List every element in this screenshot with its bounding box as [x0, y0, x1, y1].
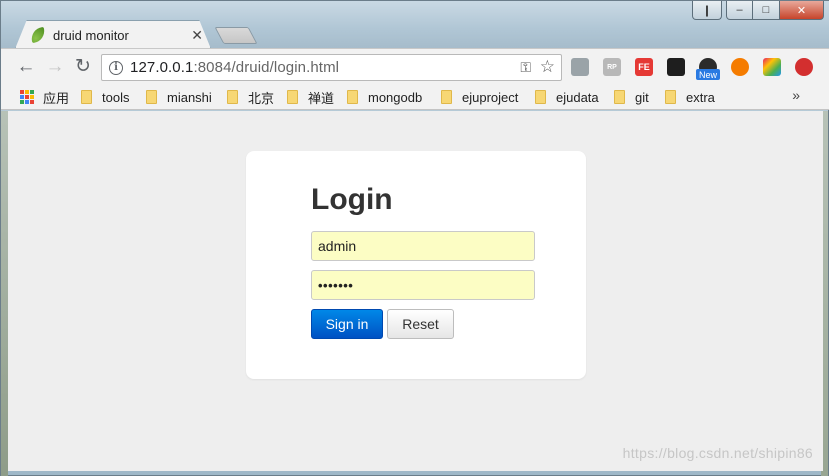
new-tab-button[interactable] — [214, 27, 258, 44]
url-text[interactable]: 127.0.0.1:8084/druid/login.html — [130, 59, 339, 76]
bookmark-label: ejudata — [556, 89, 599, 105]
orange-extension-icon[interactable] — [731, 58, 749, 76]
rp-extension-icon[interactable]: RP — [603, 58, 621, 76]
folder-icon — [614, 90, 625, 104]
bookmark-label: mongodb — [368, 89, 423, 105]
browser-window: ❙ – □ ✕ druid monitor ✕ ← → ↻ i 127.0.0.… — [0, 0, 829, 476]
bookmark-label: extra — [686, 89, 715, 105]
folder-icon — [347, 90, 358, 104]
close-window-button[interactable]: ✕ — [780, 1, 824, 20]
maximize-button[interactable]: □ — [753, 1, 780, 20]
bookmark-star-icon[interactable]: ☆ — [540, 57, 555, 77]
sign-in-button[interactable]: Sign in — [311, 309, 383, 339]
watermark-text: https://blog.csdn.net/shipin86 — [622, 445, 813, 461]
folder-icon — [287, 90, 298, 104]
back-arrow-icon[interactable]: ← — [15, 57, 37, 79]
colorful-extension-icon[interactable] — [763, 58, 781, 76]
tab-content[interactable]: druid monitor ✕ — [19, 21, 211, 49]
tab-close-icon[interactable]: ✕ — [191, 27, 203, 44]
folder-icon — [146, 90, 157, 104]
login-card: Login admin ••••••• Sign in Reset — [246, 151, 586, 379]
apps-grid-icon — [20, 90, 34, 104]
tampermonkey-icon[interactable] — [667, 58, 685, 76]
red-upload-extension-icon[interactable] — [795, 58, 813, 76]
bookmark-label: git — [635, 89, 649, 105]
bookmark-mianshi[interactable]: mianshi — [146, 89, 212, 105]
reload-icon[interactable]: ↻ — [72, 57, 94, 79]
bookmark-extra[interactable]: extra — [665, 89, 715, 105]
minimize-button[interactable]: – — [726, 1, 753, 20]
folder-icon — [441, 90, 452, 104]
bookmark-label: mianshi — [167, 89, 212, 105]
bookmark-label: ejuproject — [462, 89, 519, 105]
bookmark-chandao[interactable]: 禅道 — [287, 89, 335, 106]
key-icon[interactable]: ⚿ — [520, 59, 531, 76]
bookmark-ejudata[interactable]: ejudata — [535, 89, 599, 105]
bookmark-label: 禅道 — [308, 90, 335, 106]
bookmark-label: tools — [102, 89, 130, 105]
url-path: :8084/druid/login.html — [193, 59, 340, 76]
reset-button[interactable]: Reset — [387, 309, 454, 339]
folder-icon — [665, 90, 676, 104]
tab-title: druid monitor — [53, 27, 129, 43]
forward-arrow-icon[interactable]: → — [44, 57, 66, 79]
new-badge: New — [696, 69, 720, 80]
bookmark-beijing[interactable]: 北京 — [227, 89, 275, 106]
login-title: Login — [311, 183, 393, 216]
address-bar[interactable]: i 127.0.0.1:8084/druid/login.html ⚿ ☆ — [101, 54, 562, 81]
fe-extension-icon[interactable]: FE — [635, 58, 653, 76]
bookmark-label: 应用 — [43, 90, 70, 106]
username-input[interactable]: admin — [311, 231, 535, 261]
bookmark-apps[interactable]: 应用 — [20, 89, 70, 106]
window-controls: ❙ – □ ✕ — [692, 1, 824, 21]
folder-icon — [535, 90, 546, 104]
bookmark-tools[interactable]: tools — [81, 89, 129, 105]
window-left-edge — [1, 111, 8, 476]
url-host: 127.0.0.1 — [130, 59, 194, 76]
more-bookmarks-icon[interactable]: » — [792, 87, 800, 103]
grid-extension-icon[interactable] — [571, 58, 589, 76]
bookmarks-bar: 应用 tools mianshi 北京 禅道 mongodb ejuprojec… — [1, 84, 829, 110]
info-icon[interactable]: i — [109, 60, 123, 75]
restore-app-icon[interactable]: ❙ — [692, 1, 722, 20]
title-bar: ❙ – □ ✕ druid monitor ✕ — [1, 1, 829, 48]
bookmark-mongodb[interactable]: mongodb — [347, 89, 422, 105]
bookmark-label: 北京 — [248, 90, 275, 106]
spring-leaf-icon — [29, 26, 47, 44]
folder-icon — [227, 90, 238, 104]
bookmark-ejuproject[interactable]: ejuproject — [441, 89, 518, 105]
browser-toolbar: ← → ↻ i 127.0.0.1:8084/druid/login.html … — [1, 48, 829, 84]
folder-icon — [81, 90, 92, 104]
bookmark-git[interactable]: git — [614, 89, 649, 105]
password-input[interactable]: ••••••• — [311, 270, 535, 300]
page-content: Login admin ••••••• Sign in Reset https:… — [8, 111, 823, 471]
